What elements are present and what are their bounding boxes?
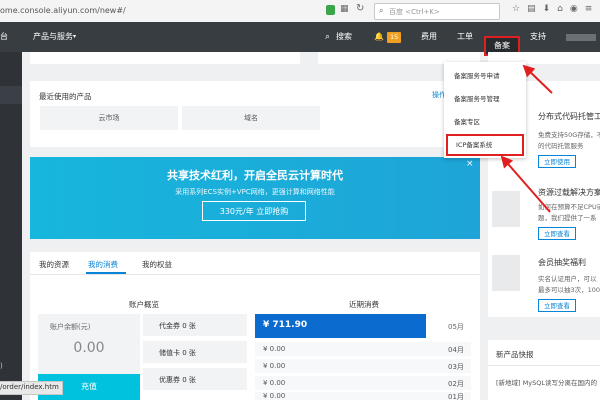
annotation-arrow [500,155,551,213]
status-url: /order/index.htm [0,383,59,391]
annotation-arrows [500,64,553,213]
annotation-arrow [522,64,553,94]
browser-status-bar: /order/index.htm [0,381,63,395]
